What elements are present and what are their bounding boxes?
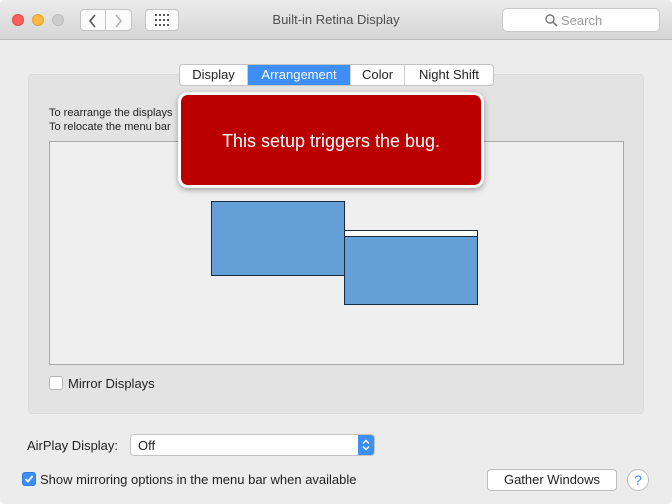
tab-bar: Display Arrangement Color Night Shift [179, 64, 494, 86]
up-down-arrows-icon [358, 435, 374, 455]
tab-arrangement[interactable]: Arrangement [247, 65, 350, 85]
show-mirroring-label: Show mirroring options in the menu bar w… [40, 472, 357, 487]
grid-icon [155, 14, 169, 26]
chevron-left-icon [88, 14, 96, 28]
search-input[interactable] [561, 12, 653, 28]
arrangement-instructions-line1: To rearrange the displays [49, 107, 173, 119]
forward-button[interactable] [106, 9, 132, 31]
airplay-display-value: Off [138, 438, 156, 453]
chevron-right-icon [115, 14, 123, 28]
airplay-display-label: AirPlay Display: [27, 438, 119, 453]
tab-color[interactable]: Color [350, 65, 404, 85]
display-thumbnail-b[interactable] [344, 230, 478, 305]
magnifier-icon [545, 14, 558, 27]
tab-night-shift[interactable]: Night Shift [404, 65, 493, 85]
help-button[interactable]: ? [627, 469, 649, 491]
window-title: Built-in Retina Display [272, 12, 400, 27]
title-bar: Built-in Retina Display [0, 0, 672, 40]
tab-display[interactable]: Display [180, 65, 247, 85]
checkmark-icon [24, 475, 34, 483]
minimize-button[interactable] [32, 14, 44, 26]
mirror-displays-label: Mirror Displays [68, 376, 155, 391]
menu-bar-indicator[interactable] [345, 231, 477, 237]
back-button[interactable] [80, 9, 106, 31]
annotation-text: This setup triggers the bug. [221, 131, 441, 151]
airplay-display-select[interactable]: Off [130, 434, 375, 456]
mirror-displays-checkbox[interactable] [49, 376, 63, 390]
annotation-callout: This setup triggers the bug. [178, 92, 484, 188]
show-all-button[interactable] [145, 9, 179, 31]
close-button[interactable] [12, 14, 24, 26]
gather-windows-button[interactable]: Gather Windows [487, 469, 617, 491]
zoom-button[interactable] [52, 14, 64, 26]
show-mirroring-checkbox[interactable] [22, 472, 36, 486]
search-field[interactable] [502, 8, 660, 32]
arrangement-instructions-line2: To relocate the menu bar [49, 121, 171, 133]
display-thumbnail-a[interactable] [211, 201, 345, 276]
preferences-window: Built-in Retina Display Display Arrangem… [0, 0, 672, 504]
